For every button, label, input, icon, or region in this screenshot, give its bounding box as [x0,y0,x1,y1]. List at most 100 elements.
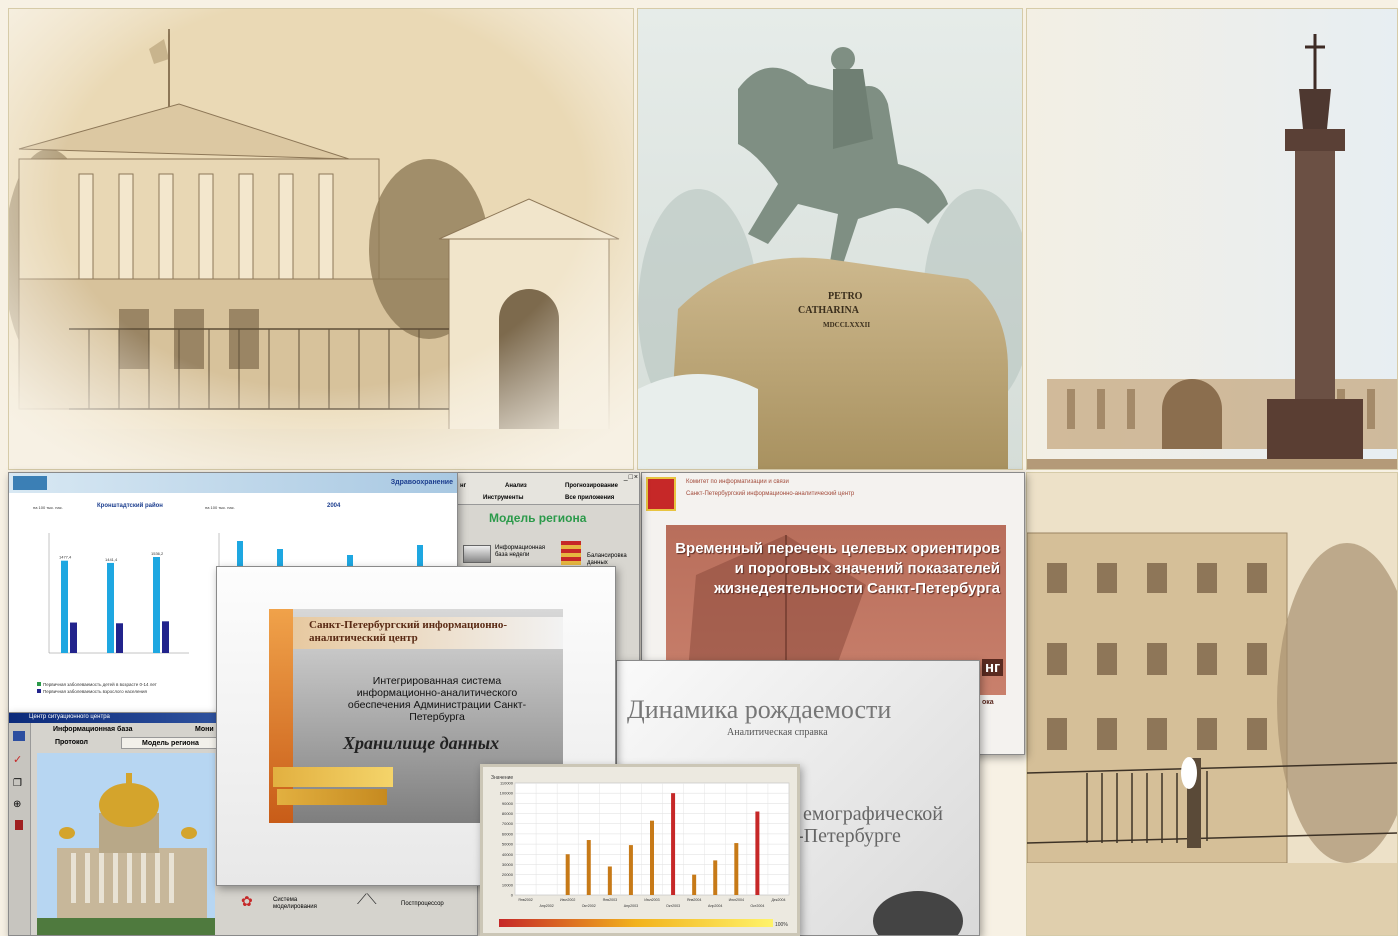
x-tick-label: Апр2003 [624,904,638,908]
region-item-2[interactable]: Балансировка данных [587,553,637,567]
y-tick-label: 0 [511,893,514,898]
tab-region-model[interactable]: Модель региона [121,737,217,749]
toolbar-doc-icon[interactable] [15,820,23,830]
window-controls-icon[interactable]: _□× [624,474,639,481]
y-tick-label: 50000 [502,842,514,847]
bar-Янв2003 [607,866,612,895]
region-item-1[interactable]: Информационная база недели [495,545,547,559]
bar-Июл2002 [565,854,570,895]
bar-Окт2004 [755,811,760,895]
bar-Июл2004 [734,843,739,895]
tab-monitoring[interactable]: Мони [195,726,214,733]
chart-right-title: 2004 [327,503,341,509]
x-tick-label: Янв2004 [687,898,701,902]
left-bar-1 [61,560,68,653]
y-tick-label: 10000 [502,882,514,887]
y-tick-label: 30000 [502,862,514,867]
modeling-system-icon[interactable]: ✿ [241,893,263,913]
x-tick-label: Дек2004 [771,898,785,902]
legend-swatch-2 [37,689,41,693]
sit-window-title: Центр ситуационного центра [29,714,110,720]
photo-smolny [8,8,634,470]
bar-Окт2002 [586,840,591,895]
birth-title: Динамика рождаемости [627,695,892,724]
x-tick-label: Янв2003 [603,898,617,902]
inscription-line-2: CATHARINA [798,305,860,316]
left-bar-2 [107,562,114,653]
birth-line-1: емографической [803,803,943,825]
left-bar-label: 1441,4 [105,557,118,562]
spb-emblem-icon [646,477,676,511]
legend-item-2: Первичная заболеваемость взрослого насел… [43,689,148,694]
bar-Янв2004 [692,874,697,895]
x-tick-label: Июл2004 [729,898,744,902]
menu-forecasting[interactable]: Прогнозирование [565,483,618,489]
y-tick-label: 90000 [502,801,514,806]
birth-line-2: -Петербурге [797,825,901,847]
x-tick-label: Июл2002 [560,898,575,902]
photo-st-isaac [37,753,215,935]
x-tick-label: Янв2002 [518,898,532,902]
menu-tools[interactable]: Инструменты [483,495,524,501]
y-tick-label: 60000 [502,831,514,836]
x-tick-label: Апр2002 [539,904,553,908]
chart-left-title: Кронштадтский район [97,502,163,509]
heat-scale-bar [499,919,773,927]
warehouse-title: Хранилище данных [343,733,500,753]
targets-title: Временный перечень целевых ориентиров и … [675,540,1000,597]
toolbar-check-icon[interactable]: ✓ [13,753,26,766]
warehouse-system: Интегрированная система информационно-ан… [347,675,527,723]
birth-subtitle: Аналитическая справка [727,727,828,738]
heat-scale-label: 100% [775,922,788,928]
app-logo-icon [13,476,47,490]
sit-item-modeling[interactable]: Система моделирования [273,897,333,911]
sit-item-postprocessor[interactable]: Постпроцессор [401,901,444,907]
toolbar-window-icon[interactable]: ❐ [13,778,26,789]
x-tick-label: Июл2003 [644,898,659,902]
menu-all-apps[interactable]: Все приложения [565,495,614,501]
toolbar-zoom-icon[interactable]: ⊕ [13,799,26,810]
targets-header-line-2: Санкт-Петербургский информационно-аналит… [686,491,855,497]
tab-info-base[interactable]: Информационная база [53,726,133,733]
window-bar-chart: Значение 110000 100000 90000 80000 70000 6000… [480,764,800,936]
photo-building-street [1026,472,1398,936]
left-bar-label: 1536,2 [151,551,164,556]
pie-decoration-icon [873,891,963,935]
warehouse-org: Санкт-Петербургский информационно-аналит… [309,619,508,644]
bar-Июл2003 [650,820,654,895]
inscription-line-3: MDCCLXXXII [823,321,870,329]
region-model-title: Модель региона [489,511,587,525]
x-tick-label: Апр2004 [708,904,722,908]
bar-Окт2003 [671,793,676,895]
database-icon[interactable] [463,545,491,563]
targets-header-line-1: Комитет по информатизации и связи [686,479,789,485]
y-tick-label: 80000 [502,811,514,816]
left-bar-secondary-2 [116,623,123,653]
y-tick-label: 110000 [500,781,514,786]
tab-protocol[interactable]: Протокол [55,739,88,746]
y-tick-label: 20000 [502,872,514,877]
left-bar-3 [153,557,160,653]
targets-fragment-2: ока [982,699,994,706]
chart-right-unit: на 100 тыс. нас. [205,505,235,510]
targets-fragment-1: нг [982,659,1004,676]
postprocessor-icon[interactable]: ⟋⟍ [357,891,393,913]
inscription-line-1: PETRO [828,291,863,302]
photo-alexander-column [1026,8,1398,470]
x-tick-label: Окт2004 [750,904,764,908]
legend-swatch-1 [37,682,41,686]
menu-analysis[interactable]: Анализ [505,483,527,489]
balance-icon[interactable] [561,541,581,565]
y-tick-label: 70000 [502,821,514,826]
toolbar-book-icon[interactable] [13,731,25,741]
legend-item-1: Первичная заболеваемость детей в возраст… [43,681,157,687]
x-tick-label: Окт2002 [582,904,596,908]
y-tick-label: 40000 [502,852,514,857]
left-bar-secondary-3 [162,621,169,653]
photo-bronze-horseman: PETRO CATHARINA MDCCLXXXII [637,8,1023,470]
chart-left-unit: на 100 тыс. нас. [33,505,63,510]
x-tick-label: Окт2003 [666,904,680,908]
healthcare-header: Здравоохранение [390,479,453,486]
menu-fragment[interactable]: нг [460,483,466,489]
birth-bar-chart: Значение 1100001000009000080000700006000… [491,775,790,928]
